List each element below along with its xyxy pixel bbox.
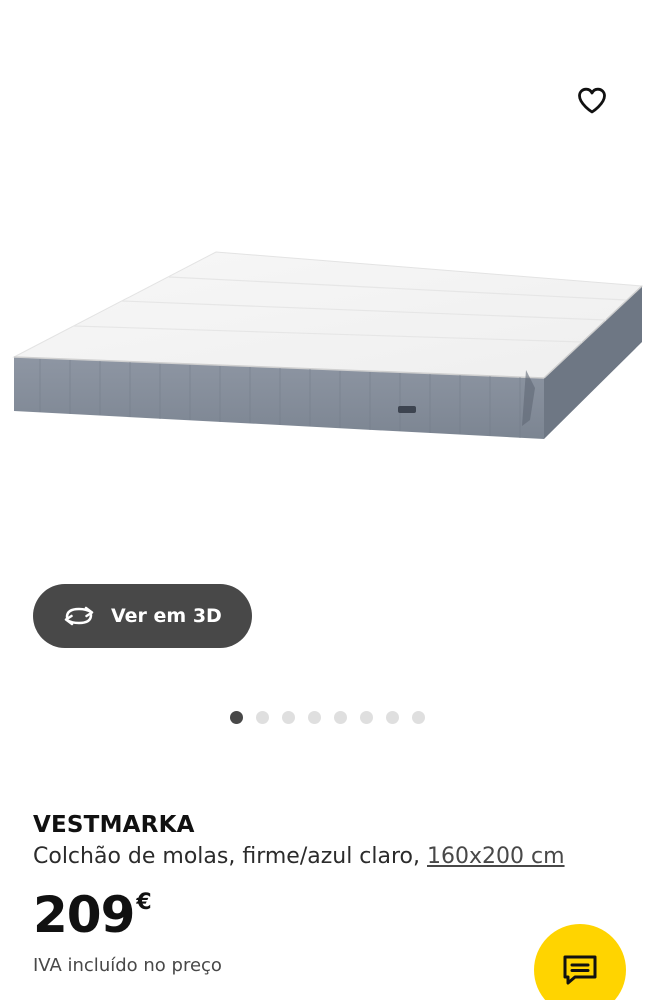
view-3d-button[interactable]: Ver em 3D bbox=[33, 584, 252, 648]
vat-note: IVA incluído no preço bbox=[33, 955, 222, 976]
carousel-dot[interactable] bbox=[334, 711, 347, 724]
product-image bbox=[12, 251, 644, 439]
rotate-3d-icon bbox=[61, 604, 97, 628]
carousel-dot[interactable] bbox=[386, 711, 399, 724]
carousel-dot[interactable] bbox=[256, 711, 269, 724]
favorite-button[interactable] bbox=[568, 78, 616, 122]
carousel-dot[interactable] bbox=[308, 711, 321, 724]
size-link[interactable]: 160x200 cm bbox=[427, 844, 565, 869]
carousel-pagination[interactable] bbox=[230, 711, 425, 724]
carousel-dot[interactable] bbox=[360, 711, 373, 724]
carousel-dot[interactable] bbox=[282, 711, 295, 724]
product-gallery[interactable]: Ver em 3D bbox=[0, 0, 658, 700]
product-price: 209 € bbox=[33, 886, 152, 944]
chat-bubble-icon bbox=[563, 955, 597, 985]
product-description: Colchão de molas, firme/azul claro, 160x… bbox=[33, 844, 565, 869]
product-name: VESTMARKA bbox=[33, 812, 195, 838]
price-currency: € bbox=[136, 890, 152, 915]
carousel-dot[interactable] bbox=[412, 711, 425, 724]
product-description-text: Colchão de molas, firme/azul claro, bbox=[33, 844, 421, 869]
chat-button[interactable] bbox=[534, 924, 626, 1000]
view-3d-label: Ver em 3D bbox=[111, 605, 222, 627]
heart-outline-icon bbox=[578, 87, 606, 113]
price-amount: 209 bbox=[33, 886, 135, 944]
carousel-dot[interactable] bbox=[230, 711, 243, 724]
